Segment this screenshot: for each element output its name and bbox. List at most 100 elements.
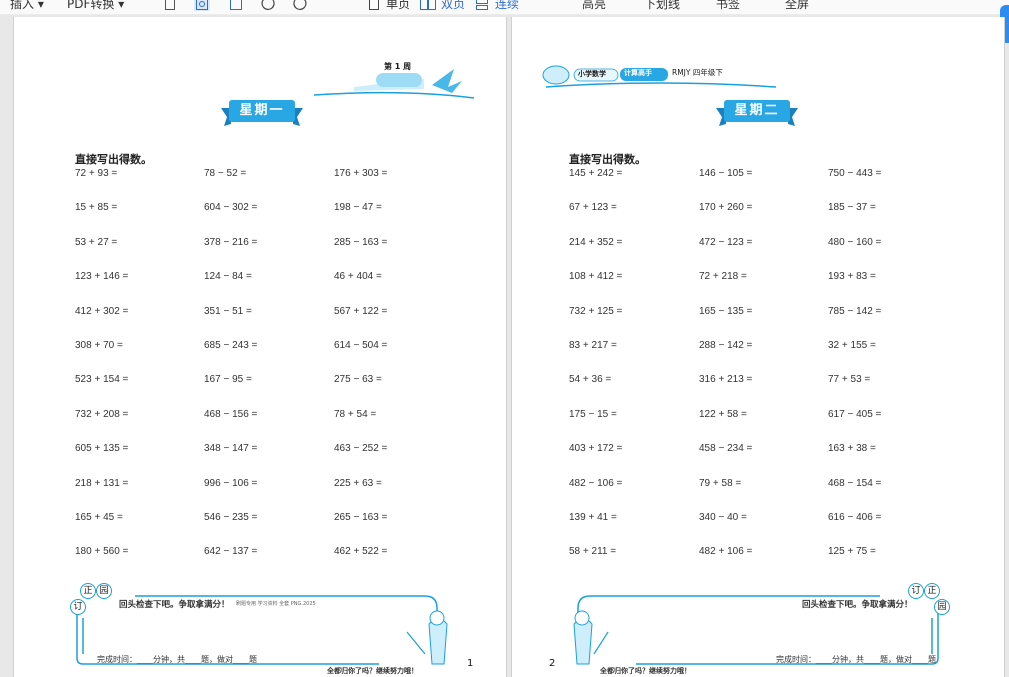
- bottom-slogan: 全都归你了吗？继续努力哦！: [600, 667, 691, 675]
- problem-item: 122 + 58 =: [699, 408, 747, 420]
- problem-item: 125 + 75 =: [828, 546, 876, 558]
- problem-item: 72 + 218 =: [699, 271, 747, 283]
- problem-item: 458 − 234 =: [699, 443, 753, 455]
- problem-item: 785 − 142 =: [828, 305, 882, 317]
- pdf-page-2: 小学数学 计算高手 RMJY 四年级下 星期二 直接写出得数。 回头检查下吧。争…: [511, 17, 1005, 677]
- problem-item: 15 + 85 =: [75, 202, 118, 214]
- problem-item: 218 + 131 =: [75, 477, 129, 489]
- problem-item: 175 − 15 =: [569, 408, 617, 420]
- problem-item: 546 − 235 =: [204, 512, 258, 523]
- problem-item: 463 − 252 =: [334, 443, 388, 455]
- problem-item: 193 + 83 =: [828, 271, 876, 283]
- fullscreen-button[interactable]: 全屏: [785, 0, 809, 12]
- problem-item: 468 − 156 =: [204, 408, 258, 420]
- problem-item: 165 − 135 =: [699, 305, 753, 317]
- problem-item: 123 + 146 =: [75, 271, 129, 283]
- problem-item: 77 + 53 =: [828, 374, 871, 386]
- rotate-right-icon[interactable]: [292, 0, 308, 11]
- problem-item: 165 + 45 =: [75, 512, 123, 523]
- insert-menu[interactable]: 插入 ▾: [10, 0, 44, 12]
- problem-item: 225 + 63 =: [334, 477, 382, 489]
- problem-item: 567 + 122 =: [334, 305, 388, 317]
- problem-item: 378 − 216 =: [204, 236, 258, 248]
- problem-item: 180 + 560 =: [75, 546, 129, 558]
- correction-frame: 回头检查下吧。争取拿满分！ 刷题专用 学习资料 全套 PNG.2025 完成时间…: [69, 594, 451, 670]
- edition-label: RMJY 四年级下: [672, 68, 723, 77]
- fit-page-icon[interactable]: [162, 0, 178, 11]
- top-toolbar: 插入 ▾ PDF转换 ▾ 单页 双页 连续 高亮 下划线 书签 全屏: [0, 0, 1009, 15]
- double-page-icon: [420, 0, 436, 11]
- problem-item: 732 + 208 =: [75, 408, 129, 420]
- correction-char-2: 正: [80, 583, 96, 599]
- problem-item: 308 + 70 =: [75, 340, 123, 351]
- fit-width-icon[interactable]: [194, 0, 210, 11]
- problem-item: 523 + 154 =: [75, 374, 129, 386]
- problem-item: 167 − 95 =: [204, 374, 252, 386]
- week-header-banner: [314, 69, 475, 99]
- problem-item: 78 − 52 =: [204, 168, 247, 179]
- problem-item: 78 + 54 =: [334, 408, 377, 420]
- problem-item: 351 − 51 =: [204, 305, 252, 317]
- check-prompt: 回头检查下吧。争取拿满分！: [802, 600, 913, 610]
- week-label: 第 1 周: [384, 62, 412, 71]
- problem-item: 996 − 106 =: [204, 477, 258, 489]
- problem-item: 163 + 38 =: [828, 443, 876, 455]
- correction-char-3: 园: [96, 583, 112, 599]
- pdf-convert-menu[interactable]: PDF转换 ▾: [67, 0, 124, 12]
- check-prompt: 回头检查下吧。争取拿满分！: [119, 600, 230, 610]
- problem-item: 145 + 242 =: [569, 168, 623, 179]
- single-page-button[interactable]: 单页: [386, 0, 410, 12]
- problem-item: 482 + 106 =: [699, 546, 753, 558]
- rotate-left-icon[interactable]: [260, 0, 276, 11]
- problem-item: 146 − 105 =: [699, 168, 753, 179]
- problem-item: 348 − 147 =: [204, 443, 258, 455]
- completion-line: 完成时间：____分钟，共____题，做对____题: [97, 655, 257, 664]
- problem-item: 198 − 47 =: [334, 202, 382, 214]
- problem-item: 480 − 160 =: [828, 236, 882, 248]
- bottom-slogan: 全都归你了吗？继续努力哦！: [327, 667, 418, 675]
- problem-item: 614 − 504 =: [334, 340, 388, 351]
- problem-item: 265 − 163 =: [334, 512, 388, 523]
- problem-item: 176 + 303 =: [334, 168, 388, 179]
- continuous-icon: [474, 0, 490, 11]
- problem-item: 53 + 27 =: [75, 236, 118, 248]
- problem-item: 403 + 172 =: [569, 443, 623, 455]
- problem-item: 472 − 123 =: [699, 236, 753, 248]
- problem-item: 67 + 123 =: [569, 202, 617, 214]
- problem-item: 79 + 58 =: [699, 477, 742, 489]
- problem-item: 340 − 40 =: [699, 512, 747, 523]
- problem-item: 616 − 406 =: [828, 512, 882, 523]
- problem-item: 124 − 84 =: [204, 271, 252, 283]
- day-title: 星期二: [734, 103, 780, 118]
- brand-badge: 计算高手: [624, 69, 652, 77]
- completion-line: 完成时间：____分钟，共____题，做对____题: [776, 655, 936, 664]
- page-number: 2: [549, 658, 556, 669]
- problem-item: 642 − 137 =: [204, 546, 258, 558]
- book-header-banner: [542, 65, 777, 88]
- problem-item: 462 + 522 =: [334, 546, 388, 558]
- correction-char-2: 正: [924, 583, 940, 599]
- correction-char-3: 园: [934, 599, 950, 615]
- underline-button[interactable]: 下划线: [644, 0, 680, 12]
- problem-item: 214 + 352 =: [569, 236, 623, 248]
- actual-size-icon[interactable]: [228, 0, 244, 11]
- small-note: 刷题专用 学习资料 全套 PNG.2025: [236, 601, 316, 607]
- continuous-button[interactable]: 连续: [495, 0, 519, 12]
- problem-item: 604 − 302 =: [204, 202, 258, 214]
- highlight-button[interactable]: 高亮: [582, 0, 606, 12]
- instruction-text: 直接写出得数。: [569, 153, 646, 166]
- problem-item: 685 − 243 =: [204, 340, 258, 351]
- problem-item: 32 + 155 =: [828, 340, 876, 351]
- problem-item: 275 − 63 =: [334, 374, 382, 386]
- page-number: 1: [467, 658, 474, 669]
- problem-item: 72 + 93 =: [75, 168, 118, 179]
- problem-item: 170 + 260 =: [699, 202, 753, 214]
- problem-item: 58 + 211 =: [569, 546, 617, 558]
- problem-item: 617 − 405 =: [828, 408, 882, 420]
- problem-item: 750 − 443 =: [828, 168, 882, 179]
- problem-item: 732 + 125 =: [569, 305, 623, 317]
- problem-item: 83 + 217 =: [569, 340, 617, 351]
- double-page-button[interactable]: 双页: [441, 0, 465, 12]
- correction-char-1: 订: [70, 599, 86, 615]
- bookmark-button[interactable]: 书签: [716, 0, 740, 12]
